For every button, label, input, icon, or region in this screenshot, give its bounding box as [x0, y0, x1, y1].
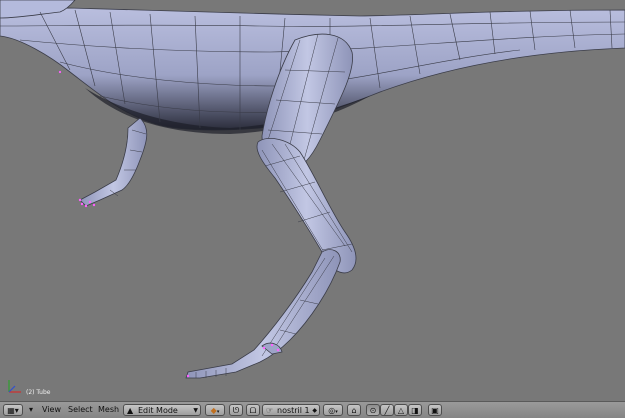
pivot-icon: ᘎ	[232, 406, 240, 415]
mode-dropdown[interactable]: ▲ Edit Mode ▼	[123, 404, 201, 416]
pivot-button[interactable]: ᘎ	[229, 404, 243, 416]
occlude-geometry-button[interactable]: ◨	[408, 404, 422, 416]
grid-icon: ▦▾	[7, 406, 19, 415]
axis-gizmo	[5, 378, 23, 396]
mesh-wireframe	[0, 0, 625, 379]
face-select-mode-button[interactable]: △	[394, 404, 408, 416]
manipulator-icon: ᗝ	[249, 406, 257, 415]
view-menu[interactable]: View	[40, 404, 63, 416]
snap-icon: ⌂	[351, 406, 357, 415]
shading-dropdown[interactable]: ◆▾	[205, 404, 225, 416]
manipulator-button[interactable]: ᗝ	[246, 404, 260, 416]
edge-select-icon: ╱	[384, 406, 390, 415]
chevron-down-icon: ◆	[312, 407, 317, 414]
layer-dropdown[interactable]: ☞ nostril 1 ◆	[262, 404, 320, 416]
edit-mode-icon: ▲	[127, 406, 134, 415]
render-button[interactable]: ▣	[428, 404, 442, 416]
edge-select-mode-button[interactable]: ╱	[380, 404, 394, 416]
mesh-menu[interactable]: Mesh	[96, 404, 121, 416]
proportional-edit-button[interactable]: ◎▾	[323, 404, 343, 416]
snap-button[interactable]: ⌂	[347, 404, 361, 416]
vertex-select-mode-button[interactable]: ⊙	[366, 404, 380, 416]
3d-viewport[interactable]: (2) Tube	[0, 0, 625, 401]
face-select-icon: △	[397, 406, 405, 415]
render-icon: ▣	[431, 406, 439, 415]
hand-icon: ☞	[266, 406, 274, 415]
occlude-icon: ◨	[411, 406, 419, 415]
viewport-header: ▦▾ ▾ View Select Mesh ▲ Edit Mode ▼ ◆▾ ᘎ…	[0, 401, 625, 418]
chevron-down-icon: ▼	[193, 407, 198, 414]
collapse-menu-icon[interactable]: ▾	[26, 404, 36, 416]
select-menu[interactable]: Select	[66, 404, 95, 416]
hind-foot-mesh	[185, 249, 341, 379]
object-name-label: (2) Tube	[26, 389, 51, 396]
editor-type-button[interactable]: ▦▾	[3, 404, 23, 416]
vertex-select-icon: ⊙	[369, 406, 377, 415]
